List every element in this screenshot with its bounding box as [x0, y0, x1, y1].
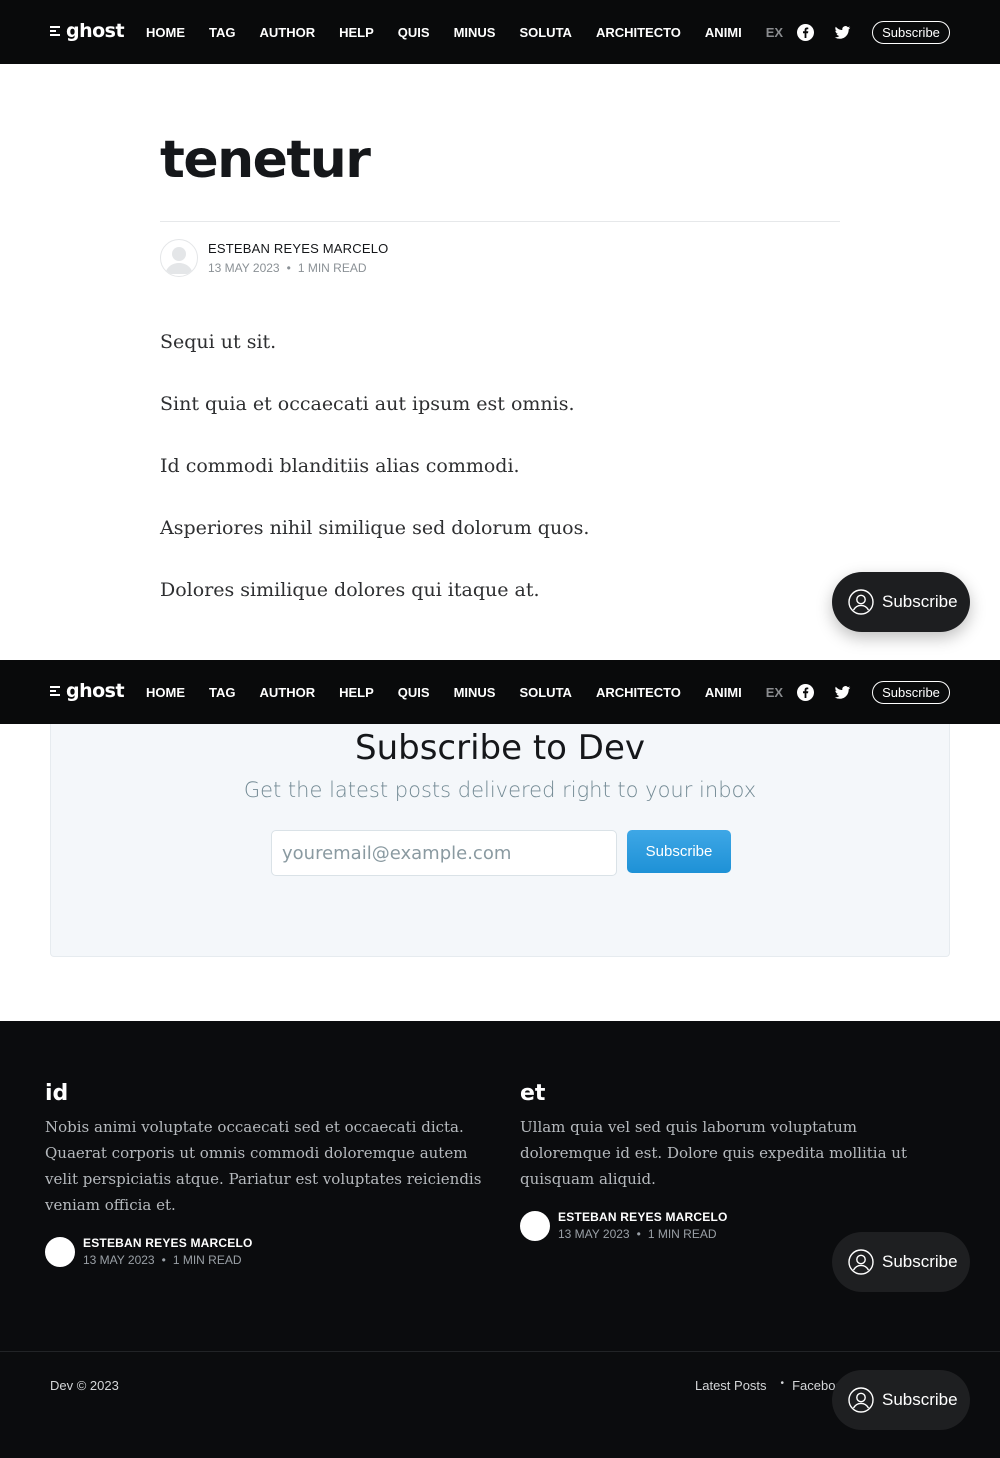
nav-item-quis[interactable]: QUIS: [398, 25, 430, 40]
portal-subscribe-label: Subscribe: [882, 592, 958, 611]
logo-text: ghost: [66, 680, 125, 702]
nav-item-minus[interactable]: MINUS: [454, 685, 496, 700]
twitter-icon[interactable]: [834, 684, 851, 701]
subscribe-section: Subscribe to Dev Get the latest posts de…: [50, 706, 950, 957]
subscribe-submit-button[interactable]: Subscribe: [627, 830, 731, 873]
portal-subscribe-button[interactable]: Subscribe: [832, 1232, 970, 1292]
author-avatar[interactable]: [45, 1236, 75, 1267]
nav-item-author[interactable]: AUTHOR: [259, 25, 315, 40]
site-logo[interactable]: ghost: [50, 20, 125, 42]
copyright: Dev © 2023: [50, 1378, 119, 1393]
related-post-card[interactable]: id Nobis animi voluptate occaecati sed e…: [45, 1081, 485, 1267]
paragraph: Sint quia et occaecati aut ipsum est omn…: [160, 393, 575, 415]
nav-item-architecto[interactable]: ARCHITECTO: [596, 25, 681, 40]
subscribe-form: youremail@example.com Subscribe: [271, 830, 731, 876]
portal-subscribe-label: Subscribe: [882, 1252, 958, 1271]
nav-item-home[interactable]: HOME: [146, 25, 185, 40]
portal-subscribe-button[interactable]: Subscribe: [832, 1370, 970, 1430]
social-links: [797, 684, 851, 701]
subscribe-subtitle: Get the latest posts delivered right to …: [243, 778, 757, 802]
portal-subscribe-label: Subscribe: [882, 1390, 958, 1409]
top-navbar: ghost HOME TAG AUTHOR HELP QUIS MINUS SO…: [0, 0, 1000, 64]
main-menu: HOME TAG AUTHOR HELP QUIS MINUS SOLUTA A…: [146, 660, 807, 724]
nav-item-tag[interactable]: TAG: [209, 25, 235, 40]
logo-text: ghost: [66, 20, 125, 42]
email-field[interactable]: youremail@example.com: [271, 830, 617, 876]
reading-time: 1 MIN READ: [647, 1227, 717, 1241]
post-date: 13 MAY 2023: [208, 261, 280, 275]
footer-divider: [0, 1351, 1000, 1352]
nav-item-help[interactable]: HELP: [339, 685, 374, 700]
reading-time: 1 MIN READ: [297, 261, 367, 275]
user-icon: [848, 589, 874, 615]
related-post-excerpt: Ullam quia vel sed quis laborum voluptat…: [520, 1118, 907, 1188]
nav-item-quis[interactable]: QUIS: [398, 685, 430, 700]
user-icon: [848, 1249, 874, 1275]
nav-item-soluta[interactable]: SOLUTA: [519, 685, 571, 700]
portal-subscribe-button[interactable]: Subscribe: [832, 572, 970, 632]
author-name[interactable]: ESTEBAN REYES MARCELO: [208, 241, 388, 256]
author-avatar[interactable]: [520, 1210, 550, 1241]
nav-item-home[interactable]: HOME: [146, 685, 185, 700]
author-avatar[interactable]: [160, 239, 198, 277]
nav-item-help[interactable]: HELP: [339, 25, 374, 40]
facebook-icon[interactable]: [797, 684, 814, 701]
related-post-title[interactable]: id: [45, 1081, 485, 1106]
footer-link-latest-posts[interactable]: Latest Posts: [695, 1378, 767, 1393]
related-post-byline: ESTEBAN REYES MARCELO 13 MAY 2023 • 1 MIN …: [45, 1236, 485, 1267]
nav-item-animi[interactable]: ANIMI: [705, 25, 742, 40]
related-post-title[interactable]: et: [520, 1081, 950, 1106]
author-name[interactable]: ESTEBAN REYES MARCELO: [558, 1210, 728, 1224]
nav-subscribe-button[interactable]: Subscribe: [872, 21, 950, 44]
nav-item-animi[interactable]: ANIMI: [705, 685, 742, 700]
main-menu: HOME TAG AUTHOR HELP QUIS MINUS SOLUTA A…: [146, 0, 807, 64]
post-date: 13 MAY 2023: [558, 1227, 630, 1241]
twitter-icon[interactable]: [834, 24, 851, 41]
nav-item-architecto[interactable]: ARCHITECTO: [596, 685, 681, 700]
author-name[interactable]: ESTEBAN REYES MARCELO: [83, 1236, 253, 1250]
nav-subscribe-button[interactable]: Subscribe: [872, 681, 950, 704]
nav-item-ex[interactable]: EX: [766, 685, 783, 700]
paragraph: Asperiores nihil similique sed dolorum q…: [160, 517, 590, 539]
facebook-icon[interactable]: [797, 24, 814, 41]
nav-item-minus[interactable]: MINUS: [454, 25, 496, 40]
article-body: Sequi ut sit. Sint quia et occaecati aut…: [160, 331, 840, 601]
paragraph: Id commodi blanditiis alias commodi.: [160, 455, 520, 477]
article-title: tenetur: [160, 130, 371, 190]
ghost-logo-icon: [50, 25, 62, 37]
paragraph: Sequi ut sit.: [160, 331, 277, 353]
nav-item-soluta[interactable]: SOLUTA: [519, 25, 571, 40]
title-divider: [160, 221, 840, 222]
post-date: 13 MAY 2023: [83, 1253, 155, 1267]
nav-item-author[interactable]: AUTHOR: [259, 685, 315, 700]
user-icon: [848, 1387, 874, 1413]
sticky-navbar: ghost HOME TAG AUTHOR HELP QUIS MINUS SO…: [0, 660, 1000, 724]
site-logo[interactable]: ghost: [50, 680, 125, 702]
ghost-logo-icon: [50, 685, 62, 697]
related-post-card[interactable]: et Ullam quia vel sed quis laborum volup…: [520, 1081, 950, 1241]
subscribe-title: Subscribe to Dev: [354, 728, 645, 768]
nav-item-tag[interactable]: TAG: [209, 685, 235, 700]
article: tenetur ESTEBAN REYES MARCELO 13 MAY 202…: [160, 64, 840, 641]
paragraph: Dolores similique dolores qui itaque at.: [160, 579, 540, 601]
reading-time: 1 MIN READ: [172, 1253, 242, 1267]
nav-item-ex[interactable]: EX: [766, 25, 783, 40]
related-post-excerpt: Nobis animi voluptate occaecati sed et o…: [45, 1118, 482, 1214]
article-byline: ESTEBAN REYES MARCELO 13 MAY 2023 • 1 MIN …: [160, 239, 840, 277]
social-links: [797, 24, 851, 41]
post-meta: 13 MAY 2023 • 1 MIN READ: [208, 261, 367, 275]
